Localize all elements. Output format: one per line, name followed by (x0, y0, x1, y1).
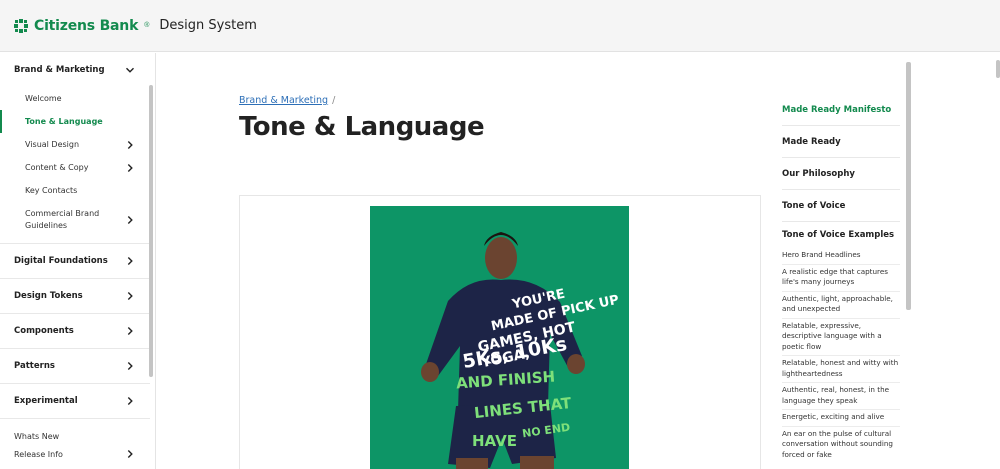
citizens-logo-icon (14, 18, 28, 33)
sidebar-item-content-copy[interactable]: Content & Copy (0, 156, 150, 179)
chevron-right-icon (127, 292, 133, 300)
toc-subitem[interactable]: An ear on the pulse of cultural conversa… (782, 427, 900, 464)
table-of-contents: Made Ready Manifesto Made Ready Our Phil… (782, 94, 900, 463)
sidebar-item-commercial-brand-guidelines[interactable]: Commercial Brand Guidelines (0, 202, 150, 238)
page-scrollbar[interactable] (996, 60, 1000, 78)
sidebar-item-label: Content & Copy (25, 162, 89, 172)
toc-item-made-ready-manifesto[interactable]: Made Ready Manifesto (782, 94, 900, 126)
sidebar-section-patterns[interactable]: Patterns (0, 349, 150, 384)
hero-line: NO END (521, 420, 571, 441)
sidebar-item-label: Welcome (25, 93, 62, 103)
hero-image: YOU'RE MADE OF PICK UP GAMES, HOT YOGA, … (370, 206, 629, 469)
sidebar-section-experimental[interactable]: Experimental (0, 384, 150, 419)
toc-subitem[interactable]: Hero Brand Headlines (782, 248, 900, 265)
toc-subitem[interactable]: Authentic, real, honest, in the language… (782, 383, 900, 410)
toc-item-tone-of-voice[interactable]: Tone of Voice (782, 190, 900, 222)
sidebar-item-label: Commercial Brand Guidelines (25, 209, 100, 230)
sidebar-section-design-tokens[interactable]: Design Tokens (0, 279, 150, 314)
top-header: Citizens Bank ® Design System (0, 0, 1000, 52)
sidebar-link-whats-new[interactable]: Whats New (0, 427, 150, 445)
hero-line: HAVE (472, 432, 517, 450)
logo[interactable]: Citizens Bank ® Design System (14, 18, 257, 34)
toc-item-our-philosophy[interactable]: Our Philosophy (782, 158, 900, 190)
brand-name: Citizens Bank (34, 17, 139, 34)
toc-item-made-ready[interactable]: Made Ready (782, 126, 900, 158)
sidebar-footer-label: Release Info (14, 449, 63, 459)
sidebar-scrollbar[interactable] (149, 85, 153, 377)
sidebar-section-label: Brand & Marketing (14, 65, 105, 75)
sidebar-section-label: Patterns (14, 361, 55, 371)
brand-registered-mark: ® (144, 22, 150, 29)
toc-item-tone-of-voice-examples[interactable]: Tone of Voice Examples (782, 222, 900, 248)
hero-line: LINES THAT (473, 393, 573, 423)
sidebar-item-label: Visual Design (25, 139, 80, 149)
sidebar-item-label: Tone & Language (25, 116, 103, 126)
sidebar-nav: Brand & Marketing Welcome Tone & Languag… (0, 53, 156, 469)
toc-subitem[interactable]: A realistic edge that captures life's ma… (782, 265, 900, 292)
hero-headline: YOU'RE MADE OF PICK UP GAMES, HOT YOGA, … (370, 206, 629, 469)
toc-subitem[interactable]: Relatable, expressive, descriptive langu… (782, 319, 900, 356)
sidebar-section-label: Design Tokens (14, 291, 83, 301)
chevron-right-icon (127, 327, 133, 335)
chevron-right-icon (127, 257, 133, 265)
sidebar-section-label: Experimental (14, 396, 78, 406)
sidebar-section-components[interactable]: Components (0, 314, 150, 349)
sidebar-item-label: Key Contacts (25, 185, 78, 195)
sidebar-section-label: Components (14, 326, 74, 336)
product-name: Design System (159, 18, 257, 33)
sidebar-link-release-info[interactable]: Release Info (0, 445, 150, 463)
sidebar-item-visual-design[interactable]: Visual Design (0, 133, 150, 156)
sidebar-section-digital-foundations[interactable]: Digital Foundations (0, 244, 150, 279)
chevron-right-icon (127, 163, 133, 172)
toc-subitem[interactable]: Authentic, light, approachable, and unex… (782, 292, 900, 319)
breadcrumb-link-brand-marketing[interactable]: Brand & Marketing (239, 95, 328, 106)
sidebar-section-label: Digital Foundations (14, 256, 108, 266)
chevron-right-icon (127, 140, 133, 149)
toc-scrollbar[interactable] (906, 62, 911, 310)
sidebar-item-welcome[interactable]: Welcome (0, 87, 150, 110)
sidebar-section-brand-marketing[interactable]: Brand & Marketing (0, 53, 150, 87)
chevron-right-icon (127, 397, 133, 405)
page-title: Tone & Language (239, 112, 485, 142)
breadcrumb: Brand & Marketing / (239, 95, 335, 106)
chevron-right-icon (127, 216, 133, 224)
chevron-down-icon (126, 67, 134, 73)
chevron-right-icon (127, 450, 133, 458)
breadcrumb-separator: / (332, 95, 336, 106)
toc-subitem[interactable]: Relatable, honest and witty with lighthe… (782, 356, 900, 383)
sidebar-item-tone-language[interactable]: Tone & Language (0, 110, 150, 133)
toc-subitem[interactable]: Energetic, exciting and alive (782, 410, 900, 427)
chevron-right-icon (127, 362, 133, 370)
sidebar-item-key-contacts[interactable]: Key Contacts (0, 179, 150, 202)
sidebar-footer-label: Whats New (14, 431, 60, 441)
